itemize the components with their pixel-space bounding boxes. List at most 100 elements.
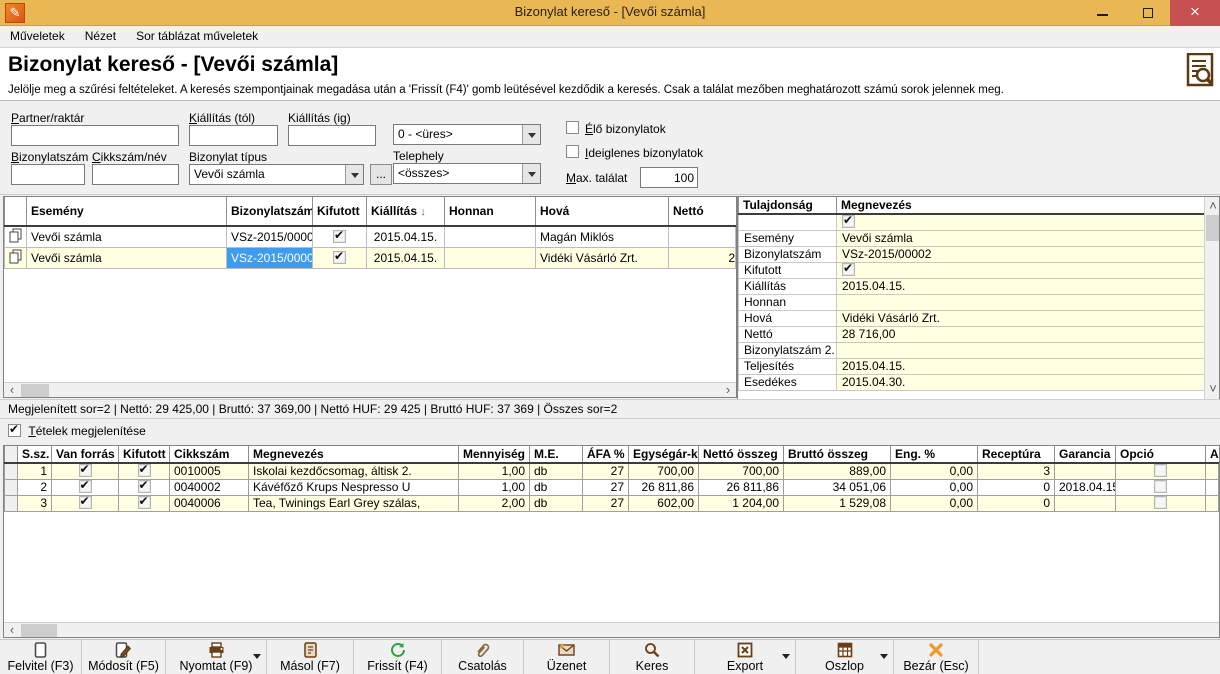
chevron-down-icon[interactable] — [782, 654, 790, 663]
col-brutto-osszeg[interactable]: Bruttó összeg — [784, 446, 891, 463]
opcio-checkbox[interactable] — [1154, 464, 1167, 477]
detail-vertical-scrollbar[interactable]: ˄ ˅ — [1204, 197, 1219, 399]
scrollbar-thumb[interactable] — [21, 384, 49, 397]
detail-row[interactable]: HováVidéki Vásárló Zrt. — [739, 310, 1205, 326]
scroll-up-icon[interactable]: ˄ — [1205, 199, 1220, 214]
cell-esemeny[interactable]: Vevői számla — [27, 248, 227, 269]
item-row[interactable]: 2 0040002 Kávéfőző Krups Nespresso U 1,0… — [5, 479, 1219, 495]
row-gutter[interactable] — [5, 479, 18, 495]
bezar-button[interactable]: Bezár (Esc) — [894, 640, 979, 674]
detail-row[interactable]: Kiállítás2015.04.15. — [739, 278, 1205, 294]
col-garancia[interactable]: Garancia — [1055, 446, 1116, 463]
cell-bizonylatszam-selected[interactable]: VSz-2015/00002 — [227, 248, 313, 269]
col-netto-osszeg[interactable]: Nettó összeg — [699, 446, 784, 463]
frissit-button[interactable]: Frissít (F4) — [354, 640, 442, 674]
scrollbar-thumb[interactable] — [1206, 215, 1219, 241]
results-horizontal-scrollbar[interactable]: ‹ › — [4, 382, 736, 397]
ideiglenes-checkbox[interactable] — [566, 145, 579, 158]
partner-input[interactable] — [11, 125, 179, 146]
cikkszam-input[interactable] — [92, 164, 179, 185]
detail-row[interactable]: EseményVevői számla — [739, 230, 1205, 246]
col-hova[interactable]: Hová — [536, 197, 669, 226]
detail-checkbox[interactable] — [842, 215, 855, 228]
nyomtat-button[interactable]: Nyomtat (F9) — [166, 640, 267, 674]
cell-kiallitas[interactable]: 2015.04.15. — [367, 248, 445, 269]
item-row[interactable]: 3 0040006 Tea, Twinings Earl Grey szálas… — [5, 495, 1219, 511]
col-tulajdonsag[interactable]: Tulajdonság — [739, 197, 837, 214]
col-egysegar[interactable]: Egységár-ke — [629, 446, 699, 463]
ures-combo[interactable]: 0 - <üres> — [393, 124, 541, 145]
chevron-down-icon[interactable] — [253, 654, 261, 663]
detail-row[interactable]: Nettó28 716,00 — [739, 326, 1205, 342]
detail-row[interactable]: Bizonylatszám 2. — [739, 342, 1205, 358]
cell-honnan[interactable] — [445, 248, 536, 269]
row-copy-icon[interactable] — [5, 226, 27, 248]
chevron-down-icon[interactable] — [880, 654, 888, 663]
bizonylat-tipus-combo[interactable]: Vevői számla — [189, 164, 364, 185]
oszlop-button[interactable]: Oszlop — [796, 640, 894, 674]
kifutott-checkbox[interactable] — [333, 251, 346, 264]
max-talalat-input[interactable] — [640, 167, 698, 188]
col-honnan[interactable]: Honnan — [445, 197, 536, 226]
title-bar[interactable]: ✎ Bizonylat kereső - [Vevői számla] × — [0, 0, 1220, 26]
scroll-down-icon[interactable]: ˅ — [1205, 382, 1220, 397]
row-selector-header[interactable] — [5, 197, 27, 226]
keres-button[interactable]: Keres — [610, 640, 695, 674]
kifutott-checkbox[interactable] — [138, 480, 151, 493]
menu-muveletek[interactable]: Műveletek — [0, 26, 75, 46]
scroll-right-icon[interactable]: › — [720, 383, 736, 398]
kifutott-checkbox[interactable] — [333, 230, 346, 243]
chevron-down-icon[interactable] — [522, 125, 540, 144]
row-gutter[interactable] — [5, 463, 18, 479]
detail-row[interactable] — [739, 214, 1205, 230]
modosit-button[interactable]: Módosít (F5) — [82, 640, 166, 674]
scrollbar-thumb[interactable] — [21, 624, 57, 637]
col-partial[interactable]: A — [1206, 446, 1219, 463]
col-megnevezes[interactable]: Megnevezés — [837, 197, 1205, 214]
detail-row[interactable]: Honnan — [739, 294, 1205, 310]
scroll-left-icon[interactable]: ‹ — [4, 383, 20, 398]
cell-kiallitas[interactable]: 2015.04.15. — [367, 226, 445, 248]
bizonylat-tipus-more-button[interactable]: ... — [370, 164, 392, 185]
uzenet-button[interactable]: Üzenet — [524, 640, 610, 674]
items-horizontal-scrollbar[interactable]: ‹ — [4, 622, 1219, 637]
telephely-combo[interactable]: <összes> — [393, 163, 541, 184]
col-me[interactable]: M.E. — [530, 446, 583, 463]
van-forras-checkbox[interactable] — [79, 464, 92, 477]
col-kifutott[interactable]: Kifutott — [313, 197, 367, 226]
close-button[interactable]: × — [1170, 0, 1220, 26]
opcio-checkbox[interactable] — [1154, 496, 1167, 509]
opcio-checkbox[interactable] — [1154, 480, 1167, 493]
col-netto[interactable]: Nettó — [669, 197, 736, 226]
col-van-forras[interactable]: Van forrás — [52, 446, 119, 463]
kiallitas-tol-input[interactable] — [189, 125, 278, 146]
masol-button[interactable]: Másol (F7) — [267, 640, 354, 674]
col-esemeny[interactable]: Esemény — [27, 197, 227, 226]
csatolas-button[interactable]: Csatolás — [442, 640, 524, 674]
col-bizonylatszam[interactable]: Bizonylatszám — [227, 197, 313, 226]
cell-hova[interactable]: Vidéki Vásárló Zrt. — [536, 248, 669, 269]
result-row[interactable]: Vevői számla VSz-2015/00001 2015.04.15. … — [5, 226, 736, 248]
menu-sor-tablazat[interactable]: Sor táblázat műveletek — [126, 26, 268, 46]
tetelek-checkbox[interactable] — [8, 424, 21, 437]
maximize-button[interactable] — [1125, 0, 1170, 26]
col-receptura[interactable]: Receptúra — [978, 446, 1055, 463]
scroll-left-icon[interactable]: ‹ — [4, 623, 20, 638]
col-ssz[interactable]: S.sz.↓ — [18, 446, 52, 463]
row-copy-icon[interactable] — [5, 248, 27, 269]
cell-kifutott[interactable] — [313, 248, 367, 269]
col-eng[interactable]: Eng. % — [891, 446, 978, 463]
col-cikkszam[interactable]: Cikkszám — [170, 446, 249, 463]
cell-bizonylatszam[interactable]: VSz-2015/00001 — [227, 226, 313, 248]
result-row-selected[interactable]: Vevői számla VSz-2015/00002 2015.04.15. … — [5, 248, 736, 269]
chevron-down-icon[interactable] — [345, 165, 363, 184]
van-forras-checkbox[interactable] — [79, 480, 92, 493]
row-gutter[interactable] — [5, 495, 18, 511]
kiallitas-ig-input[interactable] — [288, 125, 376, 146]
cell-hova[interactable]: Magán Miklós — [536, 226, 669, 248]
menu-nezet[interactable]: Nézet — [75, 26, 126, 46]
cell-esemeny[interactable]: Vevői számla — [27, 226, 227, 248]
cell-netto[interactable]: 2 — [669, 248, 736, 269]
elo-bizonylatok-checkbox[interactable] — [566, 121, 579, 134]
export-button[interactable]: Export — [695, 640, 796, 674]
